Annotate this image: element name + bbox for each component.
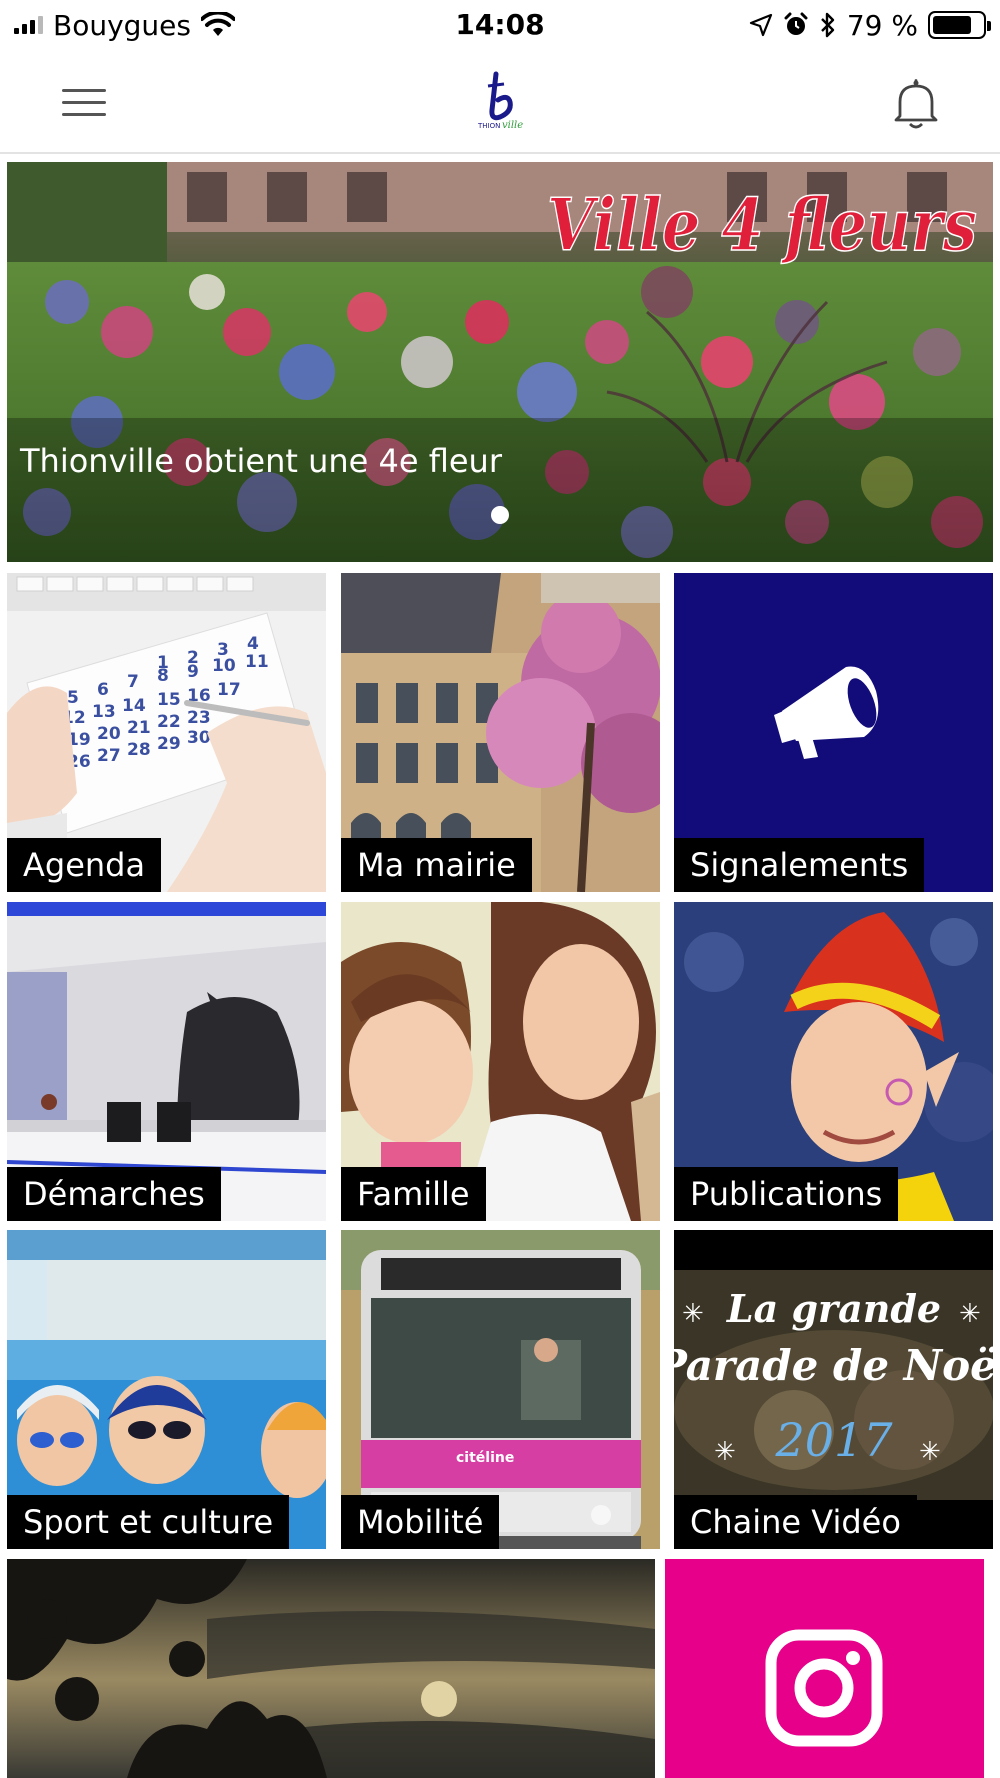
night-sky-moon-photo — [7, 1559, 655, 1778]
svg-text:17: 17 — [217, 680, 241, 700]
banner-overlay-title: Ville 4 fleurs — [547, 182, 977, 267]
svg-text:14: 14 — [122, 696, 146, 716]
hamburger-menu-icon[interactable] — [58, 80, 110, 124]
tile-signalements[interactable]: Signalements — [674, 573, 993, 892]
svg-text:✳: ✳ — [682, 1299, 704, 1329]
svg-text:28: 28 — [127, 740, 151, 760]
svg-text:9: 9 — [187, 662, 199, 682]
tile-famille[interactable]: Famille — [341, 902, 660, 1221]
tile-demarches[interactable]: Démarches — [7, 902, 326, 1221]
battery-percentage: 79 % — [846, 8, 918, 42]
svg-text:5: 5 — [67, 688, 79, 708]
tile-publications[interactable]: Publications — [674, 902, 993, 1221]
svg-text:ville: ville — [502, 120, 523, 131]
megaphone-icon — [774, 666, 879, 759]
svg-text:27: 27 — [97, 746, 121, 766]
svg-text:22: 22 — [157, 712, 181, 732]
svg-text:10: 10 — [212, 656, 236, 676]
alarm-icon — [784, 12, 808, 35]
svg-text:citéline: citéline — [456, 1450, 514, 1466]
tile-mobilite[interactable]: citéline Mobilité — [341, 1230, 660, 1549]
bell-icon[interactable] — [886, 76, 946, 132]
svg-text:✳: ✳ — [919, 1437, 941, 1467]
svg-text:21: 21 — [127, 718, 151, 738]
banner-caption: Thionville obtient une 4e fleur — [20, 442, 502, 480]
tile-ma-mairie[interactable]: Ma mairie — [341, 573, 660, 892]
svg-text:15: 15 — [157, 690, 181, 710]
tile-label: Chaine Vidéo — [674, 1495, 917, 1549]
tile-label: Mobilité — [341, 1495, 500, 1549]
video-overlay-line2: Parade de Noël — [674, 1341, 993, 1390]
tile-label: Sport et culture — [7, 1495, 290, 1549]
tile-label: Signalements — [674, 838, 925, 892]
instagram-icon — [765, 1629, 883, 1747]
tile-sport-et-culture[interactable]: Sport et culture — [7, 1230, 326, 1549]
tile-chaine-video[interactable]: La grande Parade de Noël 2017 ✳ ✳ ✳ ✳ Chain… — [674, 1230, 993, 1549]
battery-icon — [928, 11, 991, 39]
battery-level-fill — [933, 16, 971, 34]
tile-label: Publications — [674, 1167, 899, 1221]
tile-instagram[interactable] — [665, 1559, 984, 1778]
tile-label: Famille — [341, 1167, 486, 1221]
tile-label: Démarches — [7, 1167, 221, 1221]
svg-text:29: 29 — [157, 734, 181, 754]
news-banner-carousel[interactable]: Ville 4 fleurs Thionville obtient une 4e… — [7, 162, 993, 562]
banner-caption-bar: Thionville obtient une 4e fleur — [7, 418, 993, 562]
svg-text:23: 23 — [187, 708, 211, 728]
status-bar: Bouygues 14:08 79 % — [0, 0, 1000, 50]
video-overlay-line1: La grande — [726, 1286, 941, 1331]
video-overlay-line3: 2017 — [774, 1413, 893, 1467]
tile-moon-photo[interactable] — [7, 1559, 655, 1778]
app-header: THION ville — [0, 50, 1000, 154]
svg-text:11: 11 — [245, 652, 269, 672]
tile-label: Ma mairie — [341, 838, 532, 892]
svg-text:8: 8 — [157, 666, 169, 686]
carousel-page-dot[interactable] — [491, 506, 509, 524]
svg-text:30: 30 — [187, 728, 211, 748]
svg-text:7: 7 — [127, 672, 139, 692]
svg-text:✳: ✳ — [959, 1299, 981, 1329]
svg-text:4: 4 — [247, 634, 259, 654]
thionville-logo[interactable]: THION ville — [474, 70, 530, 132]
svg-text:✳: ✳ — [714, 1437, 736, 1467]
tile-agenda[interactable]: 1234 5 6 7 8 9 10 11 12 13 14 15 16 17 19 20 21 22 23 2… — [7, 573, 326, 892]
location-arrow-icon — [749, 13, 772, 37]
svg-text:20: 20 — [97, 724, 121, 744]
svg-text:6: 6 — [97, 680, 109, 700]
bluetooth-icon — [821, 12, 835, 38]
svg-text:THION: THION — [477, 122, 500, 130]
tile-label: Agenda — [7, 838, 162, 892]
svg-text:13: 13 — [92, 702, 116, 722]
